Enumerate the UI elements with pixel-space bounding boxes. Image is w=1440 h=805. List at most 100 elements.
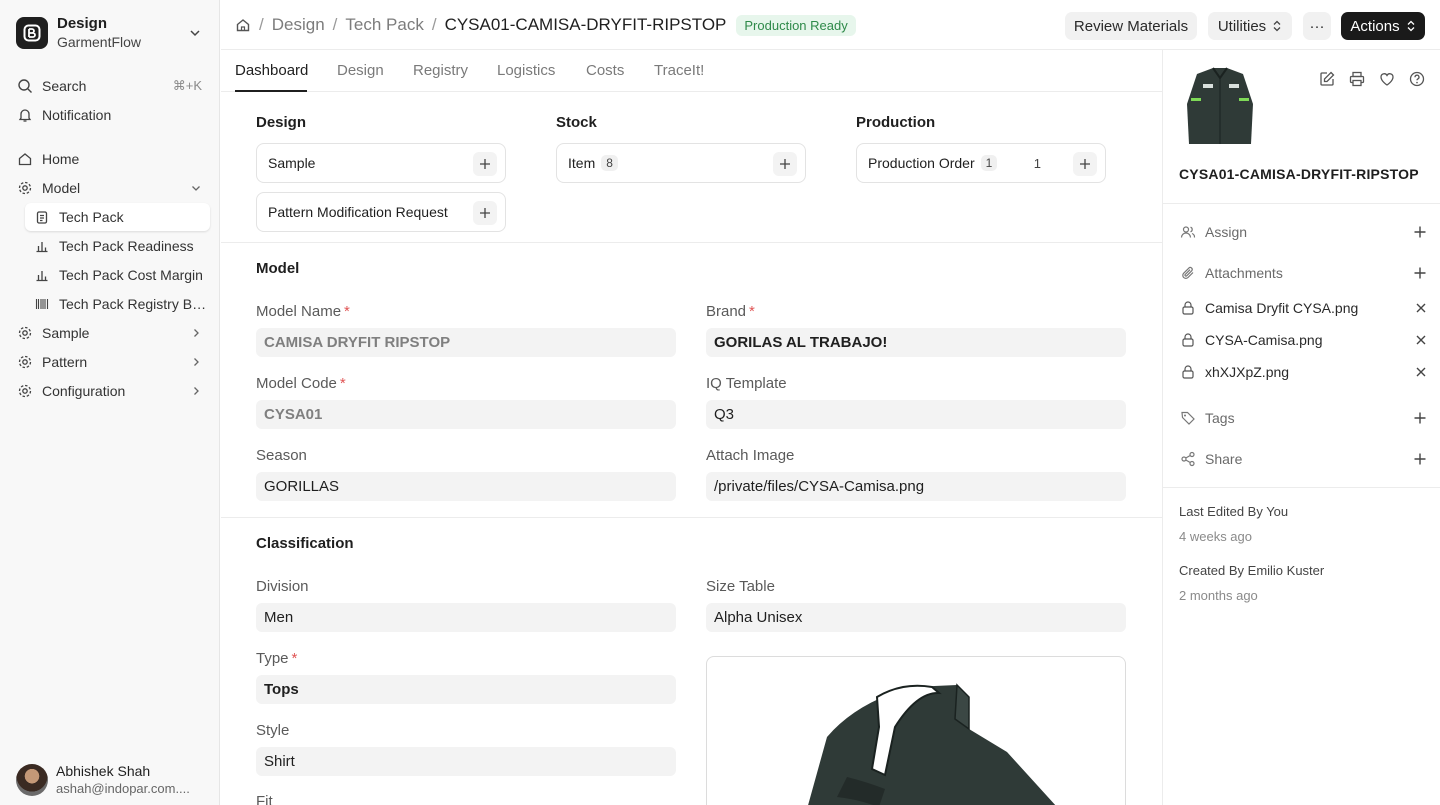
- notification-label: Notification: [42, 107, 112, 123]
- print-icon[interactable]: [1348, 70, 1366, 88]
- attachment-name[interactable]: CYSA-Camisa.png: [1205, 332, 1323, 348]
- sidebar-item-sample[interactable]: Sample: [8, 320, 212, 346]
- gear-icon: [16, 179, 34, 197]
- plus-icon[interactable]: [473, 152, 497, 176]
- close-icon[interactable]: [1415, 334, 1427, 346]
- division-field[interactable]: Men: [256, 603, 676, 632]
- link-card-item[interactable]: Item 8: [556, 143, 806, 183]
- sidebar-item-configuration[interactable]: Configuration: [8, 378, 212, 404]
- edit-icon[interactable]: [1318, 70, 1336, 88]
- page-title: CYSA01-CAMISA-DRYFIT-RIPSTOP: [444, 15, 727, 34]
- breadcrumb: / Design / Tech Pack / CYSA01-CAMISA-DRY…: [235, 14, 856, 36]
- brand-field[interactable]: GORILAS AL TRABAJO!: [706, 328, 1126, 357]
- fit-label: Fit: [256, 793, 273, 805]
- link-card-production-order[interactable]: Production Order 1 1: [856, 143, 1106, 183]
- chevron-updown-icon: [1406, 20, 1416, 32]
- sidebar-item-tech-pack[interactable]: Tech Pack: [25, 203, 210, 231]
- plus-icon[interactable]: [473, 201, 497, 225]
- avatar: [16, 764, 48, 796]
- sidebar-item-pattern[interactable]: Pattern: [8, 349, 212, 375]
- close-icon[interactable]: [1415, 366, 1427, 378]
- clipboard-icon: [33, 208, 51, 226]
- attachments-label: Attachments: [1205, 265, 1283, 281]
- sidebar-item-model[interactable]: Model: [8, 175, 212, 201]
- help-icon[interactable]: [1408, 70, 1426, 88]
- attachments-row[interactable]: Attachments: [1179, 263, 1427, 283]
- lock-icon: [1179, 299, 1197, 317]
- division-label: Division: [256, 578, 309, 595]
- sidebar-notification[interactable]: Notification: [8, 102, 212, 128]
- sidebar-item-label: Tech Pack Cost Margin: [59, 267, 203, 283]
- plus-icon[interactable]: [1413, 266, 1427, 280]
- section-divider: [221, 242, 1162, 243]
- utilities-label: Utilities: [1217, 17, 1267, 35]
- tab-logistics[interactable]: Logistics: [497, 62, 555, 79]
- plus-icon[interactable]: [773, 152, 797, 176]
- tab-registry[interactable]: Registry: [413, 62, 468, 79]
- bar-chart-icon: [33, 237, 51, 255]
- season-field[interactable]: GORILLAS: [256, 472, 676, 501]
- model-name-field[interactable]: CAMISA DRYFIT RIPSTOP: [256, 328, 676, 357]
- sidebar-item-tech-pack-registry[interactable]: Tech Pack Registry Ba...: [25, 291, 210, 317]
- attachment-item[interactable]: xhXJXpZ.png: [1179, 362, 1427, 382]
- link-card-label: Sample: [268, 155, 316, 171]
- tab-dashboard[interactable]: Dashboard: [235, 62, 308, 79]
- count-badge: 1: [980, 155, 998, 171]
- main-content: Design Stock Production Sample Pattern M…: [221, 92, 1162, 805]
- plus-icon[interactable]: [1413, 411, 1427, 425]
- attachment-name[interactable]: xhXJXpZ.png: [1205, 364, 1289, 380]
- sidebar-item-tech-pack-readiness[interactable]: Tech Pack Readiness: [25, 233, 210, 259]
- sidebar-item-label: Sample: [42, 325, 90, 341]
- link-card-label: Pattern Modification Request: [268, 204, 448, 220]
- workspace-switcher[interactable]: Design GarmentFlow: [16, 14, 206, 52]
- plus-icon[interactable]: [1073, 152, 1097, 176]
- link-card-pattern-modification[interactable]: Pattern Modification Request: [256, 192, 506, 232]
- user-menu[interactable]: Abhishek Shah ashah@indopar.com....: [16, 760, 212, 800]
- breadcrumb-tech-pack[interactable]: Tech Pack: [345, 15, 423, 35]
- actions-button[interactable]: Actions: [1341, 12, 1425, 40]
- close-icon[interactable]: [1415, 302, 1427, 314]
- assign-row[interactable]: Assign: [1179, 222, 1427, 242]
- attachment-item[interactable]: Camisa Dryfit CYSA.png: [1179, 298, 1427, 318]
- type-label: Type *: [256, 650, 298, 667]
- utilities-button[interactable]: Utilities: [1208, 12, 1292, 40]
- attachment-item[interactable]: CYSA-Camisa.png: [1179, 330, 1427, 350]
- search-label: Search: [42, 78, 87, 94]
- product-thumbnail[interactable]: [1183, 64, 1257, 148]
- link-card-sample[interactable]: Sample: [256, 143, 506, 183]
- style-field[interactable]: Shirt: [256, 747, 676, 776]
- plus-icon[interactable]: [1413, 225, 1427, 239]
- plus-icon[interactable]: [1413, 452, 1427, 466]
- attachment-name[interactable]: Camisa Dryfit CYSA.png: [1205, 300, 1358, 316]
- bell-icon: [16, 106, 34, 124]
- home-icon[interactable]: [235, 17, 251, 33]
- sidebar-search[interactable]: Search ⌘+K: [8, 73, 212, 99]
- more-options-button[interactable]: ···: [1303, 12, 1331, 40]
- tab-design[interactable]: Design: [337, 62, 384, 79]
- share-icon: [1179, 450, 1197, 468]
- chevron-down-icon: [190, 182, 202, 194]
- type-field[interactable]: Tops: [256, 675, 676, 704]
- actions-label: Actions: [1350, 17, 1400, 35]
- attach-image-field[interactable]: /private/files/CYSA-Camisa.png: [706, 472, 1126, 501]
- breadcrumb-design[interactable]: Design: [272, 15, 325, 35]
- model-code-field[interactable]: CYSA01: [256, 400, 676, 429]
- paperclip-icon: [1179, 264, 1197, 282]
- tags-row[interactable]: Tags: [1179, 408, 1427, 428]
- user-name: Abhishek Shah: [56, 763, 151, 779]
- heart-icon[interactable]: [1378, 70, 1396, 88]
- sidebar-item-label: Model: [42, 180, 81, 196]
- share-row[interactable]: Share: [1179, 449, 1427, 469]
- tab-costs[interactable]: Costs: [586, 62, 624, 79]
- tab-traceit[interactable]: TraceIt!: [654, 62, 704, 79]
- review-materials-button[interactable]: Review Materials: [1065, 12, 1197, 40]
- size-table-field[interactable]: Alpha Unisex: [706, 603, 1126, 632]
- iq-template-field[interactable]: Q3: [706, 400, 1126, 429]
- lock-icon: [1179, 363, 1197, 381]
- sidebar-item-tech-pack-cost-margin[interactable]: Tech Pack Cost Margin: [25, 262, 210, 288]
- model-image-preview[interactable]: [706, 656, 1126, 805]
- shirt-thumbnail-image: [1187, 67, 1253, 144]
- sidebar-item-label: Pattern: [42, 354, 88, 370]
- sidebar-item-home[interactable]: Home: [8, 146, 212, 172]
- barcode-icon: [33, 295, 51, 313]
